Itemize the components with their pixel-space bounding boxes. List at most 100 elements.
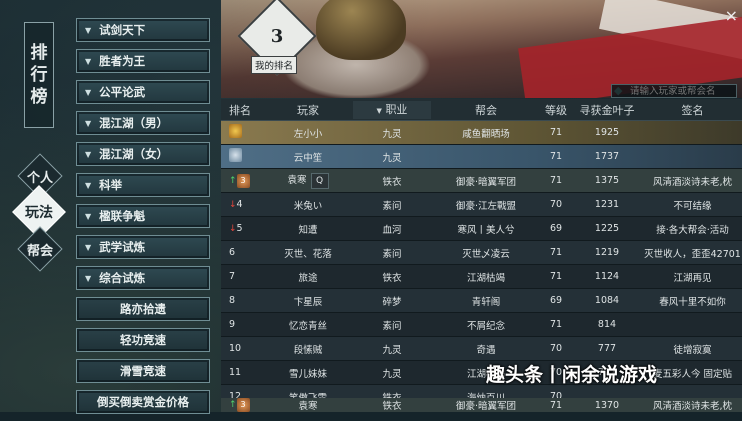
- player-name: 知遭: [298, 224, 318, 236]
- menu-item-label: 试剑天下: [99, 23, 146, 37]
- rank-medal-icon: [229, 148, 242, 162]
- menu-item-label: 倒买倒卖赏金价格: [97, 395, 189, 409]
- trend-down-icon: ↓: [229, 200, 237, 210]
- close-icon[interactable]: ×: [725, 6, 738, 25]
- table-row[interactable]: 11 雪儿妹妹 九灵 江湖枯竭 70 777 麦五彩人今 固定贴: [221, 361, 742, 385]
- class-cell: 铁衣: [382, 272, 402, 284]
- menu-item-label: 综合试炼: [99, 271, 146, 285]
- menu-item[interactable]: 路亦拾遗: [76, 297, 210, 321]
- gold-cell: 1124: [594, 271, 620, 282]
- gold-cell: 1084: [594, 295, 620, 306]
- column-level[interactable]: 等级: [541, 102, 571, 118]
- guild-cell: 寒风丨美人兮: [457, 224, 515, 236]
- rank-medal-icon: 3: [236, 398, 250, 412]
- rank-number: 9: [229, 319, 236, 330]
- level-cell: 69: [549, 295, 563, 306]
- column-guild[interactable]: 帮会: [431, 102, 541, 118]
- column-player[interactable]: 玩家: [263, 102, 353, 118]
- rank-cell: 8: [221, 295, 263, 306]
- player-name: 旅途: [298, 272, 318, 284]
- menu-item-label: 楹联争魁: [99, 209, 146, 223]
- menu-item[interactable]: ▼ 公平论武: [76, 80, 210, 104]
- gold-cell: 1231: [594, 199, 620, 210]
- signature-cell: 接·各大帮会·活动: [656, 224, 729, 236]
- player-name: 袁寒: [287, 175, 307, 186]
- chevron-down-icon: ▼: [85, 118, 92, 128]
- table-row[interactable]: 云中笙 九灵 71 1737: [221, 145, 742, 169]
- gold-cell: 1737: [594, 151, 620, 162]
- table-header: 排名 玩家 ▼ 职业 帮会 等级 寻获金叶子 签名: [221, 99, 742, 121]
- level-cell: 71: [549, 247, 563, 258]
- table-row[interactable]: 7 旅途 铁衣 江湖枯竭 71 1124 江湖再见: [221, 265, 742, 289]
- category-menu: ▼ 试剑天下 ▼ 胜者为王 ▼ 公平论武 ▼ 混江湖（男） ▼ 混江湖（女） ▼ 科举 ▼ 楹联争魁 ▼ 武学…: [76, 18, 210, 421]
- table-row[interactable]: 10 段愫贼 九灵 奇遇 70 777 徒增寂寞: [221, 337, 742, 361]
- chevron-down-icon: ▼: [85, 273, 92, 283]
- column-gold[interactable]: 寻获金叶子: [571, 102, 643, 118]
- menu-item[interactable]: 轻功竞速: [76, 328, 210, 352]
- table-row[interactable]: ↓4 米兔い 素问 御豪·江左戰盟 70 1231 不可结缘: [221, 193, 742, 217]
- class-cell: 九灵: [382, 152, 402, 164]
- rank-number: 10: [229, 343, 242, 354]
- class-cell: 素问: [382, 248, 402, 260]
- class-cell: 碎梦: [382, 296, 402, 308]
- table-row[interactable]: ↓5 知遭 血河 寒风丨美人兮 69 1225 接·各大帮会·活动: [221, 217, 742, 241]
- rank-cell: 9: [221, 319, 263, 330]
- search-input[interactable]: [611, 84, 737, 98]
- column-class[interactable]: ▼ 职业: [353, 100, 431, 119]
- level-cell: 71: [549, 151, 563, 162]
- my-guild: 御豪·暗翼军团: [455, 401, 517, 412]
- signature-cell: 春风十里不如你: [659, 296, 726, 308]
- rank-number: 4: [236, 199, 243, 210]
- level-cell: 71: [549, 127, 563, 138]
- chevron-down-icon: ▼: [85, 180, 92, 190]
- rank-cell: ↓5: [221, 223, 263, 234]
- guild-cell: 青轩阁: [471, 296, 501, 308]
- rank-medal-icon: 3: [236, 173, 250, 188]
- player-name: 左小小: [293, 128, 323, 140]
- rank-cell: 11: [221, 367, 263, 378]
- menu-item[interactable]: ▼ 武学试炼: [76, 235, 210, 259]
- rank-cell: [221, 148, 263, 165]
- menu-item[interactable]: ▼ 胜者为王: [76, 49, 210, 73]
- rank-cell: ↓4: [221, 199, 263, 210]
- guild-cell: 江湖枯竭: [466, 272, 505, 284]
- rank-number: 8: [229, 295, 236, 306]
- menu-item-label: 混江湖（男）: [99, 116, 169, 130]
- player-name: 卞星辰: [293, 296, 323, 308]
- menu-item-label: 胜者为王: [99, 54, 146, 68]
- my-level: 71: [549, 399, 563, 411]
- level-cell: 71: [549, 271, 563, 282]
- menu-item[interactable]: ▼ 混江湖（男）: [76, 111, 210, 135]
- chevron-down-icon: ▼: [85, 87, 92, 97]
- table-row[interactable]: ↑ 3 袁寒 Q 铁衣 御豪·暗翼军团 71 1375 风清酒淡诗未老,枕: [221, 169, 742, 193]
- class-cell: 铁衣: [382, 176, 402, 188]
- menu-item-label: 科举: [99, 178, 123, 192]
- column-rank[interactable]: 排名: [221, 102, 263, 118]
- menu-item[interactable]: 滑雪竞速: [76, 359, 210, 383]
- menu-item[interactable]: ▼ 综合试炼: [76, 266, 210, 290]
- rank-cell: 10: [221, 343, 263, 354]
- menu-item[interactable]: ▼ 科举: [76, 173, 210, 197]
- menu-item[interactable]: ▼ 混江湖（女）: [76, 142, 210, 166]
- gold-cell: 1225: [594, 223, 620, 234]
- table-row[interactable]: 9 忆恋青丝 素问 不屑纪念 71 814: [221, 313, 742, 337]
- my-rank-row[interactable]: ↑ 3 袁寒 铁衣 御豪·暗翼军团 71 1370 风清酒淡诗未老,枕: [221, 398, 742, 412]
- table-row[interactable]: 6 灭世、花落 素问 灭世乄凌云 71 1219 灭世收人，歪歪42701: [221, 241, 742, 265]
- my-signature: 风清酒淡诗未老,枕: [652, 401, 733, 412]
- menu-item[interactable]: ▼ 试剑天下: [76, 18, 210, 42]
- class-cell: 九灵: [382, 368, 402, 380]
- search-icon[interactable]: Q: [310, 173, 329, 189]
- signature-cell: 不可结缘: [673, 200, 712, 212]
- class-cell: 九灵: [382, 128, 402, 140]
- menu-item[interactable]: 倒买倒卖赏金价格: [76, 390, 210, 414]
- menu-item[interactable]: ▼ 楹联争魁: [76, 204, 210, 228]
- table-row[interactable]: 8 卞星辰 碎梦 青轩阁 69 1084 春风十里不如你: [221, 289, 742, 313]
- menu-item-label: 公平论武: [99, 85, 146, 99]
- title-char: 榜: [30, 87, 48, 107]
- table-row[interactable]: 左小小 九灵 咸鱼翻晒场 71 1925: [221, 121, 742, 145]
- leaderboard-title: 排 行 榜: [24, 22, 54, 128]
- my-rank-value: 3: [270, 25, 284, 47]
- rank-cell: 6: [221, 247, 263, 258]
- rank-cell: [221, 124, 263, 141]
- menu-item-label: 路亦拾遗: [120, 302, 166, 316]
